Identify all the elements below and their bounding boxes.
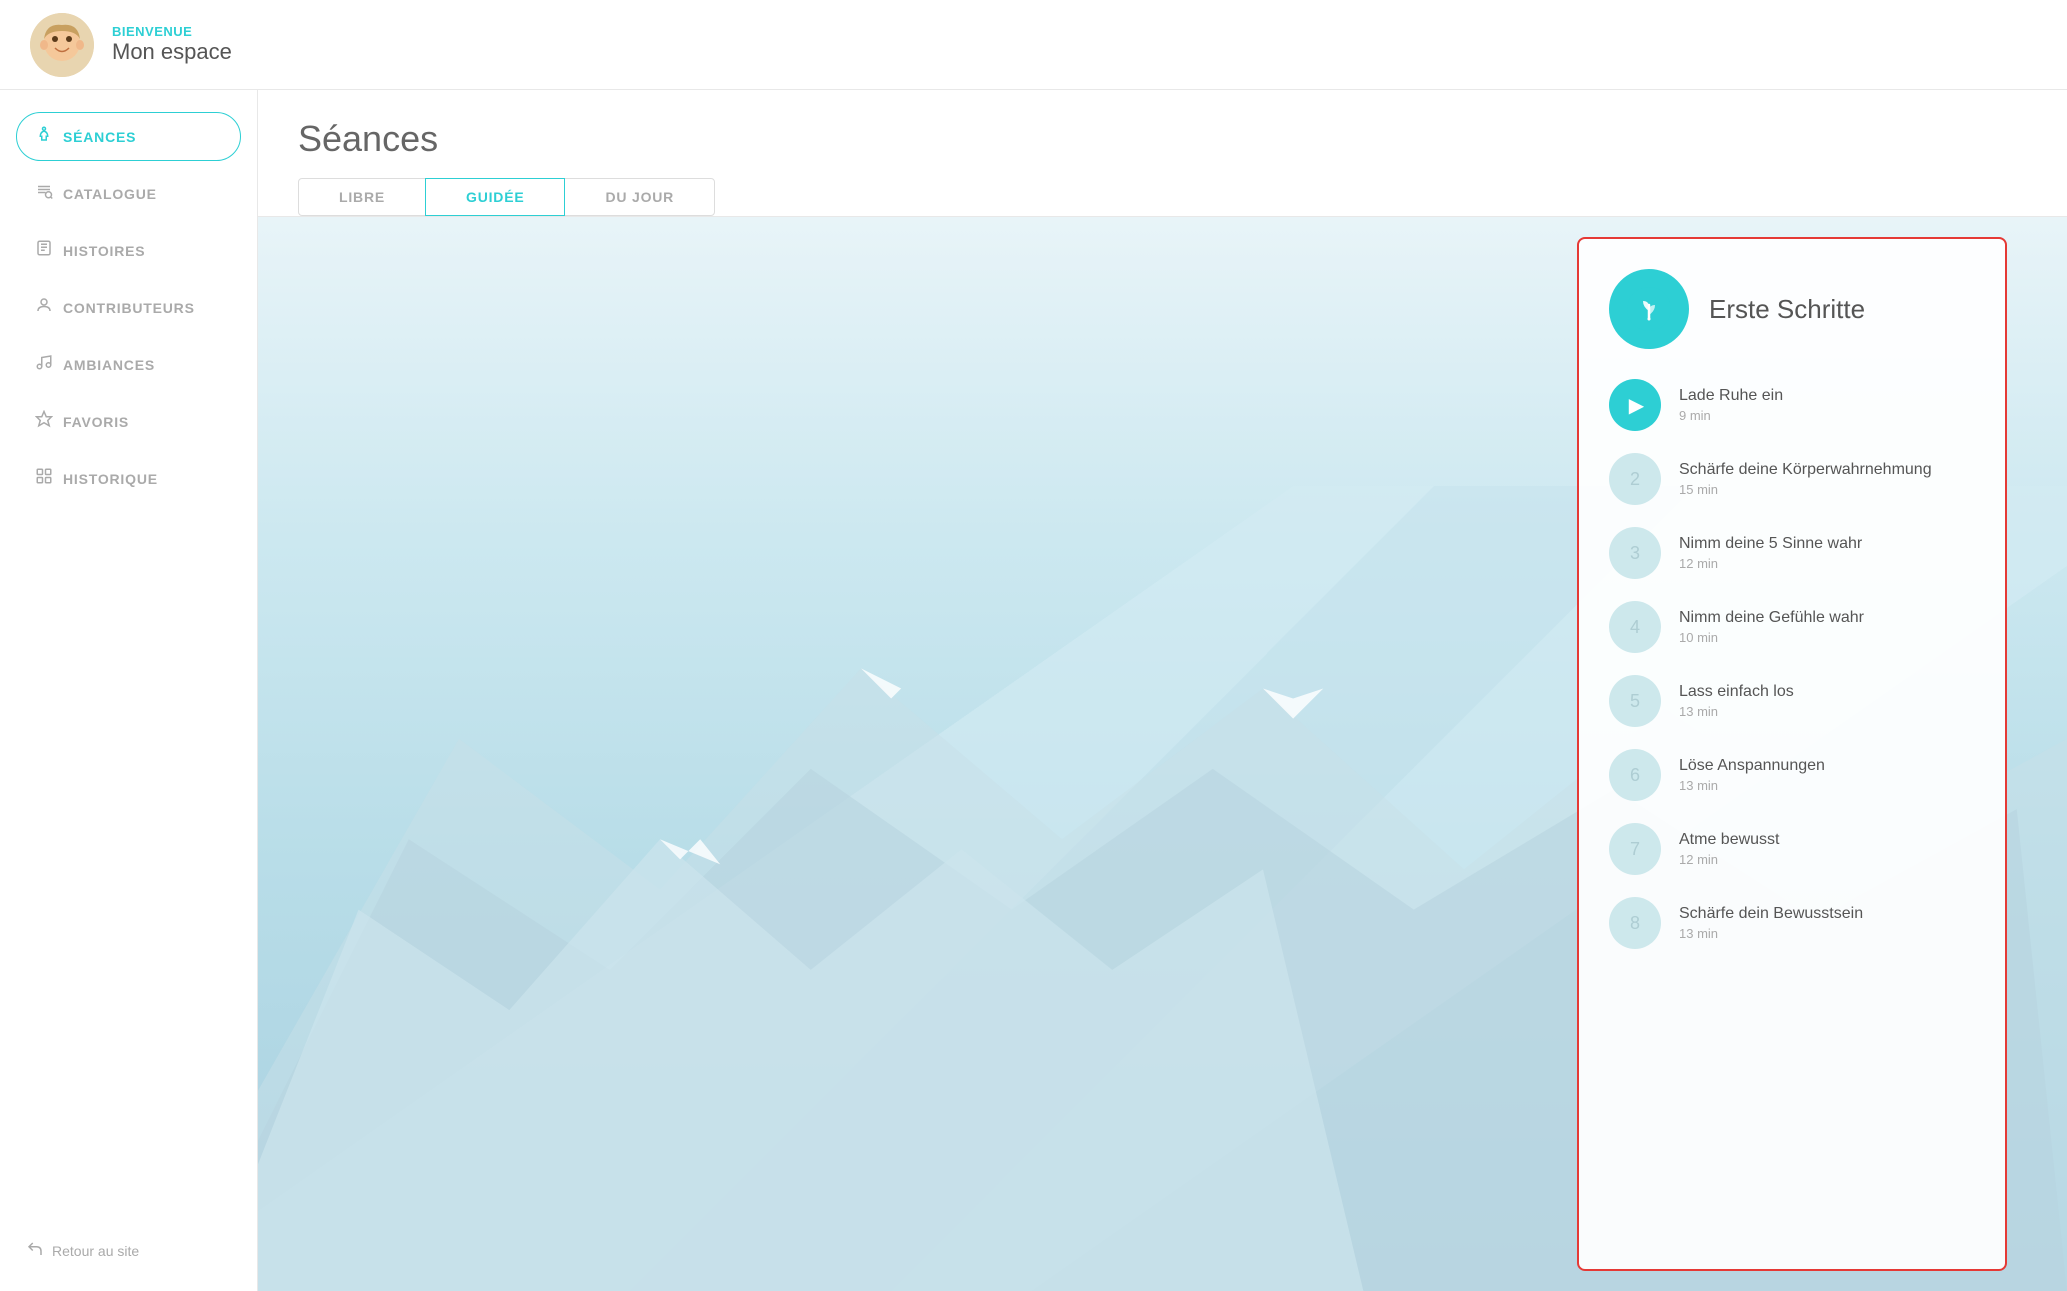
step-7: 7 <box>1609 823 1661 875</box>
sidebar-item-histoires[interactable]: HISTOIRES <box>16 226 241 275</box>
session-duration-1: 9 min <box>1679 408 1975 423</box>
catalogue-icon <box>35 182 53 205</box>
sidebar-label-contributeurs: CONTRIBUTEURS <box>63 300 195 316</box>
sidebar-label-catalogue: CATALOGUE <box>63 186 157 202</box>
tabs-row: LIBRE GUIDÉE DU JOUR <box>298 178 2027 216</box>
sidebar-label-histoires: HISTOIRES <box>63 243 145 259</box>
step-3: 3 <box>1609 527 1661 579</box>
session-name-1: Lade Ruhe ein <box>1679 387 1975 405</box>
main-content: Séances LIBRE GUIDÉE DU JOUR <box>258 90 2067 1291</box>
category-title: Erste Schritte <box>1709 294 1865 325</box>
histoires-icon <box>35 239 53 262</box>
step-4: 4 <box>1609 601 1661 653</box>
session-list: Lade Ruhe ein 9 min 2 Schärfe deine Körp… <box>1609 379 1975 949</box>
session-panel: Erste Schritte Lade Ruhe ein 9 min 2 <box>1577 237 2007 1271</box>
session-duration-2: 15 min <box>1679 482 1975 497</box>
step-2: 2 <box>1609 453 1661 505</box>
session-item-5[interactable]: 5 Lass einfach los 13 min <box>1609 675 1975 727</box>
session-info-6: Löse Anspannungen 13 min <box>1679 757 1975 793</box>
sidebar-item-historique[interactable]: HISTORIQUE <box>16 454 241 503</box>
tab-du-jour[interactable]: DU JOUR <box>564 178 715 216</box>
step-8: 8 <box>1609 897 1661 949</box>
seances-icon <box>35 125 53 148</box>
session-info-7: Atme bewusst 12 min <box>1679 831 1975 867</box>
page-title: Séances <box>298 118 2027 160</box>
session-item-6[interactable]: 6 Löse Anspannungen 13 min <box>1609 749 1975 801</box>
retour-icon <box>26 1240 44 1261</box>
sidebar-label-ambiances: AMBIANCES <box>63 357 155 373</box>
user-name: Mon espace <box>112 39 232 65</box>
session-item-4[interactable]: 4 Nimm deine Gefühle wahr 10 min <box>1609 601 1975 653</box>
play-button-1[interactable] <box>1609 379 1661 431</box>
session-item-7[interactable]: 7 Atme bewusst 12 min <box>1609 823 1975 875</box>
sidebar-item-contributeurs[interactable]: CONTRIBUTEURS <box>16 283 241 332</box>
sidebar-label-historique: HISTORIQUE <box>63 471 158 487</box>
retour-button[interactable]: Retour au site <box>16 1232 241 1269</box>
session-info-5: Lass einfach los 13 min <box>1679 683 1975 719</box>
session-item-1[interactable]: Lade Ruhe ein 9 min <box>1609 379 1975 431</box>
ambiances-icon <box>35 353 53 376</box>
avatar <box>30 13 94 77</box>
historique-icon <box>35 467 53 490</box>
sidebar-item-favoris[interactable]: FAVORIS <box>16 397 241 446</box>
session-info-8: Schärfe dein Bewusstsein 13 min <box>1679 905 1975 941</box>
step-5: 5 <box>1609 675 1661 727</box>
session-info-4: Nimm deine Gefühle wahr 10 min <box>1679 609 1975 645</box>
session-item-8[interactable]: 8 Schärfe dein Bewusstsein 13 min <box>1609 897 1975 949</box>
retour-label: Retour au site <box>52 1243 139 1259</box>
header-user-info: BIENVENUE Mon espace <box>112 24 232 65</box>
session-info-3: Nimm deine 5 Sinne wahr 12 min <box>1679 535 1975 571</box>
session-name-8: Schärfe dein Bewusstsein <box>1679 905 1975 923</box>
sidebar-label-favoris: FAVORIS <box>63 414 129 430</box>
session-item-2[interactable]: 2 Schärfe deine Körperwahrnehmung 15 min <box>1609 453 1975 505</box>
session-duration-6: 13 min <box>1679 778 1975 793</box>
sidebar-item-ambiances[interactable]: AMBIANCES <box>16 340 241 389</box>
session-item-3[interactable]: 3 Nimm deine 5 Sinne wahr 12 min <box>1609 527 1975 579</box>
sidebar-label-seances: SÉANCES <box>63 129 136 145</box>
session-name-3: Nimm deine 5 Sinne wahr <box>1679 535 1975 553</box>
panel-header: Erste Schritte <box>1609 269 1975 349</box>
content-area: Erste Schritte Lade Ruhe ein 9 min 2 <box>258 217 2067 1291</box>
session-name-5: Lass einfach los <box>1679 683 1975 701</box>
step-6: 6 <box>1609 749 1661 801</box>
session-name-2: Schärfe deine Körperwahrnehmung <box>1679 461 1975 479</box>
bienvenue-label: BIENVENUE <box>112 24 232 39</box>
session-duration-4: 10 min <box>1679 630 1975 645</box>
session-duration-3: 12 min <box>1679 556 1975 571</box>
sidebar-item-catalogue[interactable]: CATALOGUE <box>16 169 241 218</box>
session-duration-5: 13 min <box>1679 704 1975 719</box>
sidebar: SÉANCES CATALOGUE HISTOIRES <box>0 90 258 1291</box>
contributeurs-icon <box>35 296 53 319</box>
session-duration-8: 13 min <box>1679 926 1975 941</box>
sidebar-bottom: Retour au site <box>16 1212 241 1269</box>
tab-libre[interactable]: LIBRE <box>298 178 426 216</box>
session-info-2: Schärfe deine Körperwahrnehmung 15 min <box>1679 461 1975 497</box>
favoris-icon <box>35 410 53 433</box>
session-name-6: Löse Anspannungen <box>1679 757 1975 775</box>
tab-guidee[interactable]: GUIDÉE <box>425 178 565 216</box>
sidebar-item-seances[interactable]: SÉANCES <box>16 112 241 161</box>
category-icon <box>1609 269 1689 349</box>
header: BIENVENUE Mon espace <box>0 0 2067 90</box>
session-info-1: Lade Ruhe ein 9 min <box>1679 387 1975 423</box>
layout: SÉANCES CATALOGUE HISTOIRES <box>0 90 2067 1291</box>
session-duration-7: 12 min <box>1679 852 1975 867</box>
session-name-7: Atme bewusst <box>1679 831 1975 849</box>
page-title-bar: Séances LIBRE GUIDÉE DU JOUR <box>258 90 2067 217</box>
session-name-4: Nimm deine Gefühle wahr <box>1679 609 1975 627</box>
